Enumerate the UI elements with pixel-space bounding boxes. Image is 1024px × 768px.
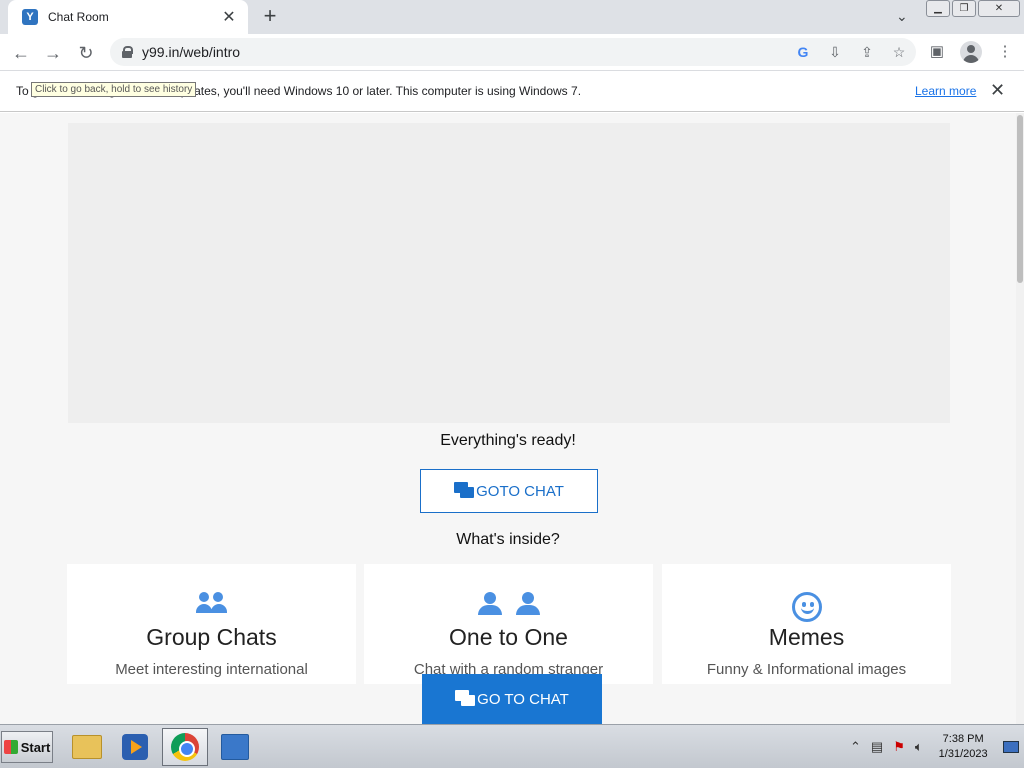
learn-more-link[interactable]: Learn more	[915, 84, 976, 98]
share-icon[interactable]: ⇪	[858, 43, 876, 61]
group-icon	[67, 592, 356, 618]
back-button[interactable]: ←	[8, 40, 34, 66]
system-tray: ⌃ ▤ ⚑ 🔈︎ 7:38 PM 1/31/2023	[850, 729, 1024, 765]
clock-time: 7:38 PM	[942, 733, 984, 745]
show-desktop-icon[interactable]	[1003, 741, 1019, 753]
start-label: Start	[20, 739, 51, 755]
card-title: Group Chats	[146, 624, 277, 650]
restore-button[interactable]: ❐	[952, 0, 976, 17]
action-center-flag-icon[interactable]: ⚑	[893, 739, 905, 755]
card-title: One to One	[449, 624, 568, 650]
card-title: Memes	[768, 624, 845, 650]
show-hidden-icons-icon[interactable]: ⌃	[850, 739, 861, 755]
card-one-to-one[interactable]: One to One Chat with a random stranger	[364, 564, 653, 684]
whats-inside-heading: What's inside?	[456, 531, 560, 548]
folder-icon	[72, 735, 102, 759]
card-group-chats[interactable]: Group Chats Meet interesting internation…	[67, 564, 356, 684]
url-text[interactable]: y99.in/web/intro	[142, 44, 240, 60]
back-button-tooltip: Click to go back, hold to see history	[31, 82, 197, 97]
minimize-button[interactable]: ▁	[926, 0, 950, 17]
clock-date: 1/31/2023	[938, 748, 988, 760]
omnibox-actions: G ⇩ ⇪ ☆	[794, 43, 908, 61]
window-close-button[interactable]: ✕	[978, 0, 1020, 17]
install-app-icon[interactable]: ⇩	[826, 43, 844, 61]
reload-button[interactable]: ↻	[73, 40, 99, 66]
start-button[interactable]: Start	[1, 731, 53, 763]
banner-placeholder	[68, 123, 950, 423]
chat-bubbles-icon	[454, 482, 475, 500]
network-icon[interactable]: ▤	[871, 739, 883, 755]
new-tab-button[interactable]: +	[258, 5, 282, 29]
taskbar-control-panel[interactable]	[212, 728, 258, 766]
floating-go-to-chat-button[interactable]: GO TO CHAT	[422, 674, 602, 724]
card-description: Meet interesting international	[115, 661, 308, 678]
clock[interactable]: 7:38 PM 1/31/2023	[939, 732, 988, 762]
volume-icon[interactable]: 🔈︎	[915, 739, 923, 755]
chrome-icon	[171, 733, 199, 761]
smile-icon	[662, 592, 951, 622]
floating-button-label: GO TO CHAT	[477, 690, 569, 708]
address-bar[interactable]: y99.in/web/intro G ⇩ ⇪ ☆	[110, 38, 916, 66]
forward-button[interactable]: →	[40, 40, 66, 66]
side-panel-icon[interactable]: ▣	[926, 41, 948, 63]
control-panel-icon	[221, 734, 249, 760]
infobar-close-icon[interactable]: ✕	[990, 80, 1005, 101]
tab-strip: Y Chat Room ✕ + ⌄ ▁ ❐ ✕	[0, 0, 1024, 34]
lock-icon[interactable]	[122, 46, 133, 58]
media-player-icon	[122, 734, 148, 760]
windows-taskbar: Start ⌃ ▤ ⚑ 🔈︎ 7:38 PM 1/31/2023	[0, 724, 1024, 768]
menu-kebab-icon[interactable]: ⋮	[994, 41, 1016, 63]
toolbar-right: ▣ ⋮	[926, 41, 1016, 63]
tab-close-icon[interactable]: ✕	[220, 7, 238, 27]
card-description: Funny & Informational images	[706, 661, 907, 678]
profile-avatar-icon[interactable]	[960, 41, 982, 63]
chat-bubbles-icon	[455, 690, 476, 708]
window-controls: ▁ ❐ ✕	[926, 0, 1020, 17]
windows-logo-icon	[3, 740, 18, 754]
taskbar-chrome[interactable]	[162, 728, 208, 766]
goto-chat-label: GOTO CHAT	[476, 482, 564, 500]
tab-chat-room[interactable]: Y Chat Room ✕	[8, 0, 248, 34]
ready-heading: Everything's ready!	[440, 432, 576, 449]
one-to-one-icon	[364, 592, 653, 618]
taskbar-media-player[interactable]	[112, 728, 158, 766]
bookmark-star-icon[interactable]: ☆	[890, 43, 908, 61]
goto-chat-button[interactable]: GOTO CHAT	[420, 469, 598, 513]
tab-search-chevron-icon[interactable]: ⌄	[896, 8, 908, 25]
google-translate-icon[interactable]: G	[794, 43, 812, 61]
card-memes[interactable]: Memes Funny & Informational images	[662, 564, 951, 684]
browser-toolbar: ← → ↻ y99.in/web/intro G ⇩ ⇪ ☆ ▣ ⋮	[0, 34, 1024, 71]
taskbar-explorer[interactable]	[64, 728, 110, 766]
tab-title: Chat Room	[48, 10, 109, 24]
site-favicon-icon: Y	[22, 9, 38, 25]
scrollbar-thumb[interactable]	[1017, 115, 1023, 283]
page-content: Everything's ready! GOTO CHAT What's ins…	[0, 113, 1016, 724]
page-scrollbar[interactable]	[1016, 113, 1024, 724]
